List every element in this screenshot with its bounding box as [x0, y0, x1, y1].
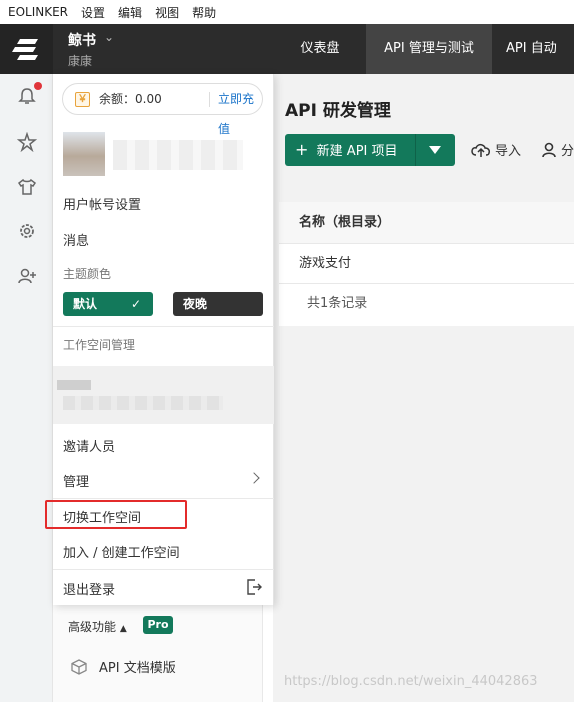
menu-help[interactable]: 帮助 [192, 4, 216, 21]
project-table: 名称（根目录） 游戏支付 共1条记录 [279, 202, 574, 326]
blurred-workspace-name [63, 396, 223, 410]
balance-box: ￥ 余额：0.00 立即充值 [62, 83, 263, 136]
check-icon: ✓ [131, 297, 142, 311]
theme-night-label: 夜晚 [183, 297, 208, 311]
import-label: 导入 [495, 144, 522, 159]
advanced-features-toggle[interactable]: 高级功能 ▲ [68, 618, 127, 635]
pro-badge: Pro [143, 616, 173, 634]
avatar [63, 132, 105, 176]
tab-dashboard[interactable]: 仪表盘 [282, 24, 358, 74]
chevron-right-icon [248, 472, 260, 484]
api-doc-template-item[interactable]: API 文档模版 [71, 657, 176, 676]
workspace-manage-label: 工作空间管理 [63, 338, 136, 352]
eolinker-logo-icon[interactable] [0, 24, 53, 74]
blurred-user-info [113, 140, 243, 170]
recharge-link[interactable]: 立即充值 [218, 84, 262, 144]
theme-default-label: 默认 [73, 297, 98, 311]
divider [53, 498, 274, 499]
chevron-up-icon: ▲ [119, 624, 127, 634]
new-project-label: 新建 API 项目 [316, 144, 398, 159]
divider [53, 326, 274, 327]
left-rail [0, 74, 53, 702]
workspace-name[interactable]: 鲸书 [68, 30, 96, 50]
theme-default-button[interactable]: 默认 ✓ [63, 292, 153, 316]
page-title: API 研发管理 [285, 101, 391, 121]
plus-icon: + [295, 140, 309, 159]
shirt-icon[interactable] [17, 177, 37, 197]
tab-api-automation[interactable]: API 自动 [506, 24, 574, 74]
button-divider [415, 134, 416, 166]
new-api-project-button[interactable]: + 新建 API 项目 [285, 134, 455, 166]
divider [53, 569, 274, 570]
top-header: 鲸书 ⌄ 康康 仪表盘 API 管理与测试 API 自动 [0, 24, 574, 74]
table-row[interactable]: 游戏支付 [279, 244, 574, 284]
import-button[interactable]: 导入 [471, 140, 521, 159]
balance-text: 余额：0.00 [99, 92, 162, 106]
share-label: 分 [561, 144, 574, 159]
table-header: 名称（根目录） [279, 202, 574, 244]
tab-api-management[interactable]: API 管理与测试 [366, 24, 492, 74]
invite-members-item[interactable]: 邀请人员 [63, 436, 115, 455]
share-button[interactable]: 分 [541, 140, 574, 159]
table-footer: 共1条记录 [307, 296, 368, 311]
coin-icon: ￥ [75, 92, 90, 107]
join-create-workspace-item[interactable]: 加入 / 创建工作空间 [63, 542, 180, 561]
notification-dot [34, 82, 42, 90]
chevron-down-icon[interactable]: ⌄ [104, 30, 114, 44]
api-doc-label: API 文档模版 [99, 661, 176, 676]
menu-eolinker[interactable]: EOLINKER [8, 5, 68, 19]
cloud-upload-icon [471, 143, 490, 157]
menu-settings[interactable]: 设置 [81, 4, 105, 21]
logout-item[interactable]: 退出登录 [63, 579, 115, 598]
logout-icon[interactable] [245, 578, 263, 596]
watermark-text: https://blog.csdn.net/weixin_44042863 [284, 674, 538, 689]
advanced-label: 高级功能 [68, 620, 117, 634]
main-content: API 研发管理 + 新建 API 项目 导入 分 名称（根目录） 游戏支付 共… [273, 74, 574, 702]
user-icon [542, 142, 556, 157]
menu-edit[interactable]: 编辑 [118, 4, 142, 21]
current-workspace-block[interactable] [53, 366, 274, 424]
theme-color-label: 主题颜色 [63, 267, 112, 281]
cube-icon [71, 658, 87, 675]
user-name: 康康 [68, 54, 93, 68]
blurred-workspace-icon [57, 380, 91, 390]
manage-item[interactable]: 管理 [63, 471, 89, 490]
theme-night-button[interactable]: 夜晚 [173, 292, 263, 316]
add-user-icon[interactable] [17, 266, 37, 286]
highlight-box [45, 500, 187, 529]
bell-icon[interactable] [17, 86, 37, 106]
menu-view[interactable]: 视图 [155, 4, 179, 21]
messages-item[interactable]: 消息 [63, 230, 89, 249]
star-icon[interactable] [17, 132, 37, 152]
caret-down-icon[interactable] [429, 146, 441, 154]
account-settings-item[interactable]: 用户帐号设置 [63, 194, 141, 213]
divider [209, 92, 210, 107]
app-menubar: EOLINKER 设置 编辑 视图 帮助 [0, 0, 574, 24]
gear-icon[interactable] [17, 221, 37, 241]
